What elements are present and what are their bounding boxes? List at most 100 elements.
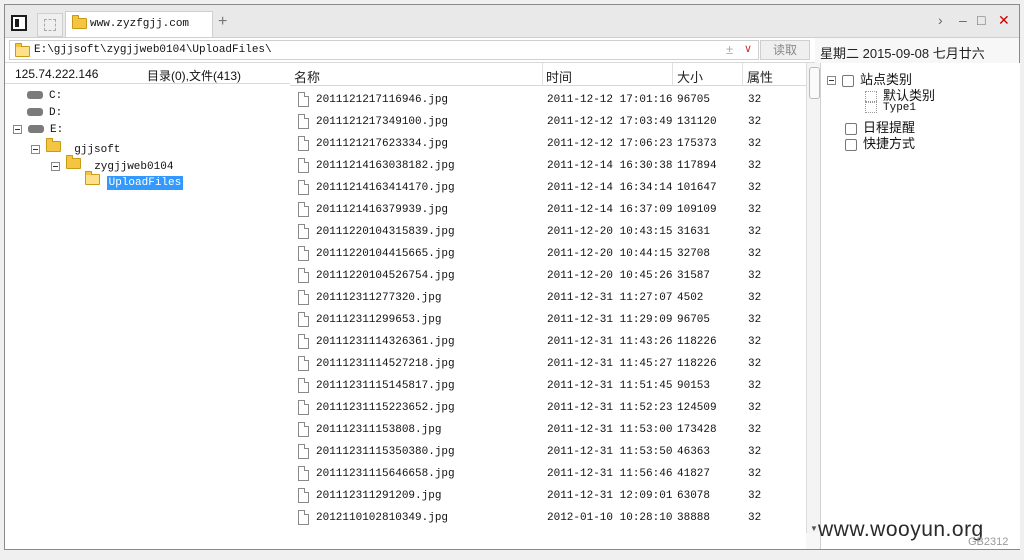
drive-icon [27, 108, 43, 117]
file-size: 101647 [677, 182, 717, 194]
file-name: 2012110102810349.jpg [316, 512, 449, 524]
close-icon[interactable]: ✕ [998, 12, 1010, 29]
file-row[interactable]: 20111231115646658.jpg 2011-12-31 11:56:46… [290, 463, 806, 485]
file-icon [298, 334, 309, 349]
file-attr: 32 [748, 226, 762, 238]
file-attr: 32 [748, 292, 762, 304]
tree-node-c[interactable]: C: [27, 90, 62, 102]
file-icon [298, 312, 309, 327]
file-size: 109109 [677, 204, 717, 216]
shortcut-item[interactable]: 快捷方式 [845, 133, 915, 152]
file-time: 2011-12-12 17:03:49 [547, 116, 673, 128]
file-name: 20111214163414170.jpg [316, 182, 455, 194]
server-ip: 125.74.222.146 [15, 67, 99, 81]
file-attr: 32 [748, 138, 762, 150]
file-size: 4502 [677, 292, 704, 304]
file-time: 2011-12-31 11:43:26 [547, 336, 673, 348]
file-size: 131120 [677, 116, 717, 128]
file-attr: 32 [748, 512, 762, 524]
file-row[interactable]: 2011121217349100.jpg 2011-12-12 17:03:49 1… [290, 111, 806, 133]
panel-toggle-icon[interactable] [11, 15, 27, 31]
file-size: 90153 [677, 380, 711, 392]
file-icon [298, 158, 309, 173]
file-attr: 32 [748, 490, 762, 502]
scrollbar-thumb[interactable] [809, 67, 820, 99]
col-time-header[interactable]: 时间 [546, 67, 572, 86]
file-row[interactable]: 2011121217623334.jpg 2011-12-12 17:06:23 1… [290, 133, 806, 155]
file-time: 2011-12-31 12:09:01 [547, 490, 673, 502]
file-row[interactable]: 20111231114527218.jpg 2011-12-31 11:45:27… [290, 353, 806, 375]
file-size: 124509 [677, 402, 717, 414]
category-type1[interactable]: Type1 [865, 101, 916, 114]
file-time: 2011-12-20 10:45:26 [547, 270, 673, 282]
hand-icon [845, 138, 857, 151]
folder-open-icon [85, 171, 100, 185]
chevron-right-icon[interactable]: › [938, 12, 943, 28]
file-name: 20111214163038182.jpg [316, 160, 455, 172]
drive-icon [28, 125, 44, 134]
file-row[interactable]: 20111231114326361.jpg 2011-12-31 11:43:26… [290, 331, 806, 353]
file-attr: 32 [748, 402, 762, 414]
file-row[interactable]: 201112311291209.jpg 2011-12-31 12:09:01 63… [290, 485, 806, 507]
address-bar: E:\gjjsoft\zygjjweb0104\UploadFiles\ ± ∨… [5, 38, 815, 63]
file-time: 2011-12-31 11:53:00 [547, 424, 673, 436]
file-row[interactable]: 2011121217116946.jpg 2011-12-12 17:01:16 9… [290, 89, 806, 111]
file-attr: 32 [748, 358, 762, 370]
col-name-header[interactable]: 名称 [294, 67, 320, 86]
file-row[interactable]: 201112311153808.jpg 2011-12-31 11:53:00 17… [290, 419, 806, 441]
file-icon [298, 180, 309, 195]
file-size: 31587 [677, 270, 711, 282]
new-tab-icon[interactable]: + [218, 13, 227, 31]
file-attr: 32 [748, 160, 762, 172]
address-input[interactable]: E:\gjjsoft\zygjjweb0104\UploadFiles\ ± ∨ [9, 40, 759, 60]
file-time: 2011-12-31 11:52:23 [547, 402, 673, 414]
file-row[interactable]: 20111214163414170.jpg 2011-12-14 16:34:14… [290, 177, 806, 199]
tab-site[interactable]: www.zyzfgjj.com [65, 11, 213, 37]
col-attr-header[interactable]: 属性 [747, 67, 773, 86]
divider [742, 63, 743, 85]
pin-icon[interactable]: ± [726, 42, 733, 57]
chevron-down-icon[interactable]: ∨ [744, 42, 752, 55]
tab-bar: www.zyzfgjj.com + › – □ ✕ [5, 5, 1019, 38]
col-size-header[interactable]: 大小 [677, 67, 703, 86]
blank-tab[interactable] [37, 13, 63, 37]
collapse-icon[interactable] [51, 161, 60, 171]
read-button[interactable]: 读取 [760, 40, 810, 60]
file-row[interactable]: 20111220104526754.jpg 2011-12-20 10:45:26… [290, 265, 806, 287]
tree-node-d[interactable]: D: [27, 107, 62, 119]
collapse-icon[interactable] [827, 76, 836, 86]
file-row[interactable]: 20111220104415665.jpg 2011-12-20 10:44:15… [290, 243, 806, 265]
file-size: 175373 [677, 138, 717, 150]
file-attr: 32 [748, 446, 762, 458]
file-row[interactable]: 20111231115350380.jpg 2011-12-31 11:53:50… [290, 441, 806, 463]
scroll-down-icon[interactable]: ▼ [810, 524, 818, 533]
file-icon [298, 136, 309, 151]
collapse-icon[interactable] [31, 144, 40, 154]
file-icon [298, 114, 309, 129]
maximize-icon[interactable]: □ [977, 12, 985, 28]
tree-node-uploadfiles[interactable]: UploadFiles [85, 171, 184, 190]
tree-node-gjjsoft[interactable]: gjjsoft [31, 138, 120, 156]
tree-node-zygjjweb0104[interactable]: zygjjweb0104 [51, 155, 173, 173]
file-icon [298, 510, 309, 525]
file-size: 46363 [677, 446, 711, 458]
file-row[interactable]: 201112311277320.jpg 2011-12-31 11:27:07 45… [290, 287, 806, 309]
file-row[interactable]: 201112311299653.jpg 2011-12-31 11:29:09 96… [290, 309, 806, 331]
file-size: 96705 [677, 94, 711, 106]
tree-node-e[interactable]: E: [13, 124, 63, 136]
file-time: 2011-12-31 11:53:50 [547, 446, 673, 458]
file-row[interactable]: 2011121416379939.jpg 2011-12-14 16:37:09 1… [290, 199, 806, 221]
file-name: 20111231115350380.jpg [316, 446, 455, 458]
minimize-icon[interactable]: – [959, 12, 967, 28]
file-row[interactable]: 20111231115223652.jpg 2011-12-31 11:52:23… [290, 397, 806, 419]
collapse-icon[interactable] [13, 124, 22, 134]
file-row[interactable]: 20111231115145817.jpg 2011-12-31 11:51:45… [290, 375, 806, 397]
folder-tree-pane: 125.74.222.146 目录(0),文件(413) C: D: E: gj… [5, 63, 291, 549]
watermark: www.wooyun.org [818, 518, 984, 541]
file-row[interactable]: 20111220104315839.jpg 2011-12-20 10:43:15… [290, 221, 806, 243]
file-list-scrollbar[interactable]: ▼ [806, 63, 821, 533]
file-row[interactable]: 20111214163038182.jpg 2011-12-14 16:30:38… [290, 155, 806, 177]
file-name: 20111220104315839.jpg [316, 226, 455, 238]
date-header: 星期二 2015-09-08 七月廿六 [820, 46, 985, 61]
file-row[interactable]: 2012110102810349.jpg 2012-01-10 10:28:10 3… [290, 507, 806, 529]
